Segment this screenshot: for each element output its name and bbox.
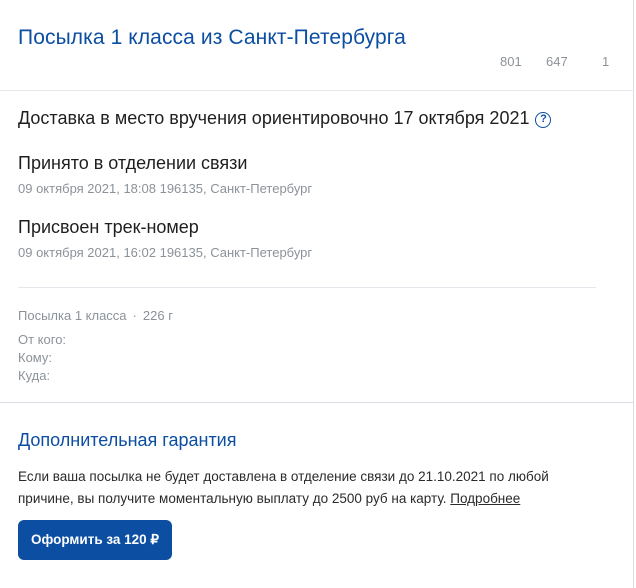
recipient-label: Кому: bbox=[18, 350, 52, 365]
sender-label: От кого: bbox=[18, 332, 67, 347]
track-number-part-1: 801 bbox=[500, 54, 522, 69]
destination-label: Куда: bbox=[18, 368, 51, 383]
track-number-part-2: 647 bbox=[546, 54, 568, 69]
tracking-card: Посылка 1 класса из Санкт-Петербурга 801… bbox=[0, 0, 634, 588]
event-meta-accepted: 09 октября 2021, 18:08 196135, Санкт-Пет… bbox=[18, 181, 313, 196]
parcel-weight: 226 г bbox=[142, 308, 173, 323]
delivery-estimate: Доставка в место вручения ориентировочно… bbox=[18, 108, 552, 129]
order-guarantee-button[interactable]: Оформить за 120 ₽ bbox=[18, 520, 172, 560]
divider bbox=[0, 90, 634, 91]
track-number-part-3: 1 bbox=[602, 54, 610, 69]
divider bbox=[0, 402, 634, 403]
page-title: Посылка 1 класса из Санкт-Петербурга bbox=[18, 26, 406, 49]
delivery-estimate-text: Доставка в место вручения ориентировочно… bbox=[18, 108, 530, 128]
guarantee-description: Если ваша посылка не будет доставлена в … bbox=[18, 466, 598, 510]
divider bbox=[18, 287, 596, 288]
help-icon[interactable]: ? bbox=[535, 112, 552, 128]
parcel-summary: Посылка 1 класса · 226 г bbox=[18, 308, 173, 323]
event-title-accepted: Принято в отделении связи bbox=[18, 153, 248, 173]
event-meta-track-assigned: 09 октября 2021, 16:02 196135, Санкт-Пет… bbox=[18, 245, 313, 260]
parcel-type: Посылка 1 класса bbox=[18, 308, 127, 323]
event-title-track-assigned: Присвоен трек-номер bbox=[18, 217, 199, 237]
more-info-link[interactable]: Подробнее bbox=[450, 491, 520, 506]
guarantee-title: Дополнительная гарантия bbox=[18, 430, 237, 450]
separator-dot: · bbox=[132, 308, 137, 323]
